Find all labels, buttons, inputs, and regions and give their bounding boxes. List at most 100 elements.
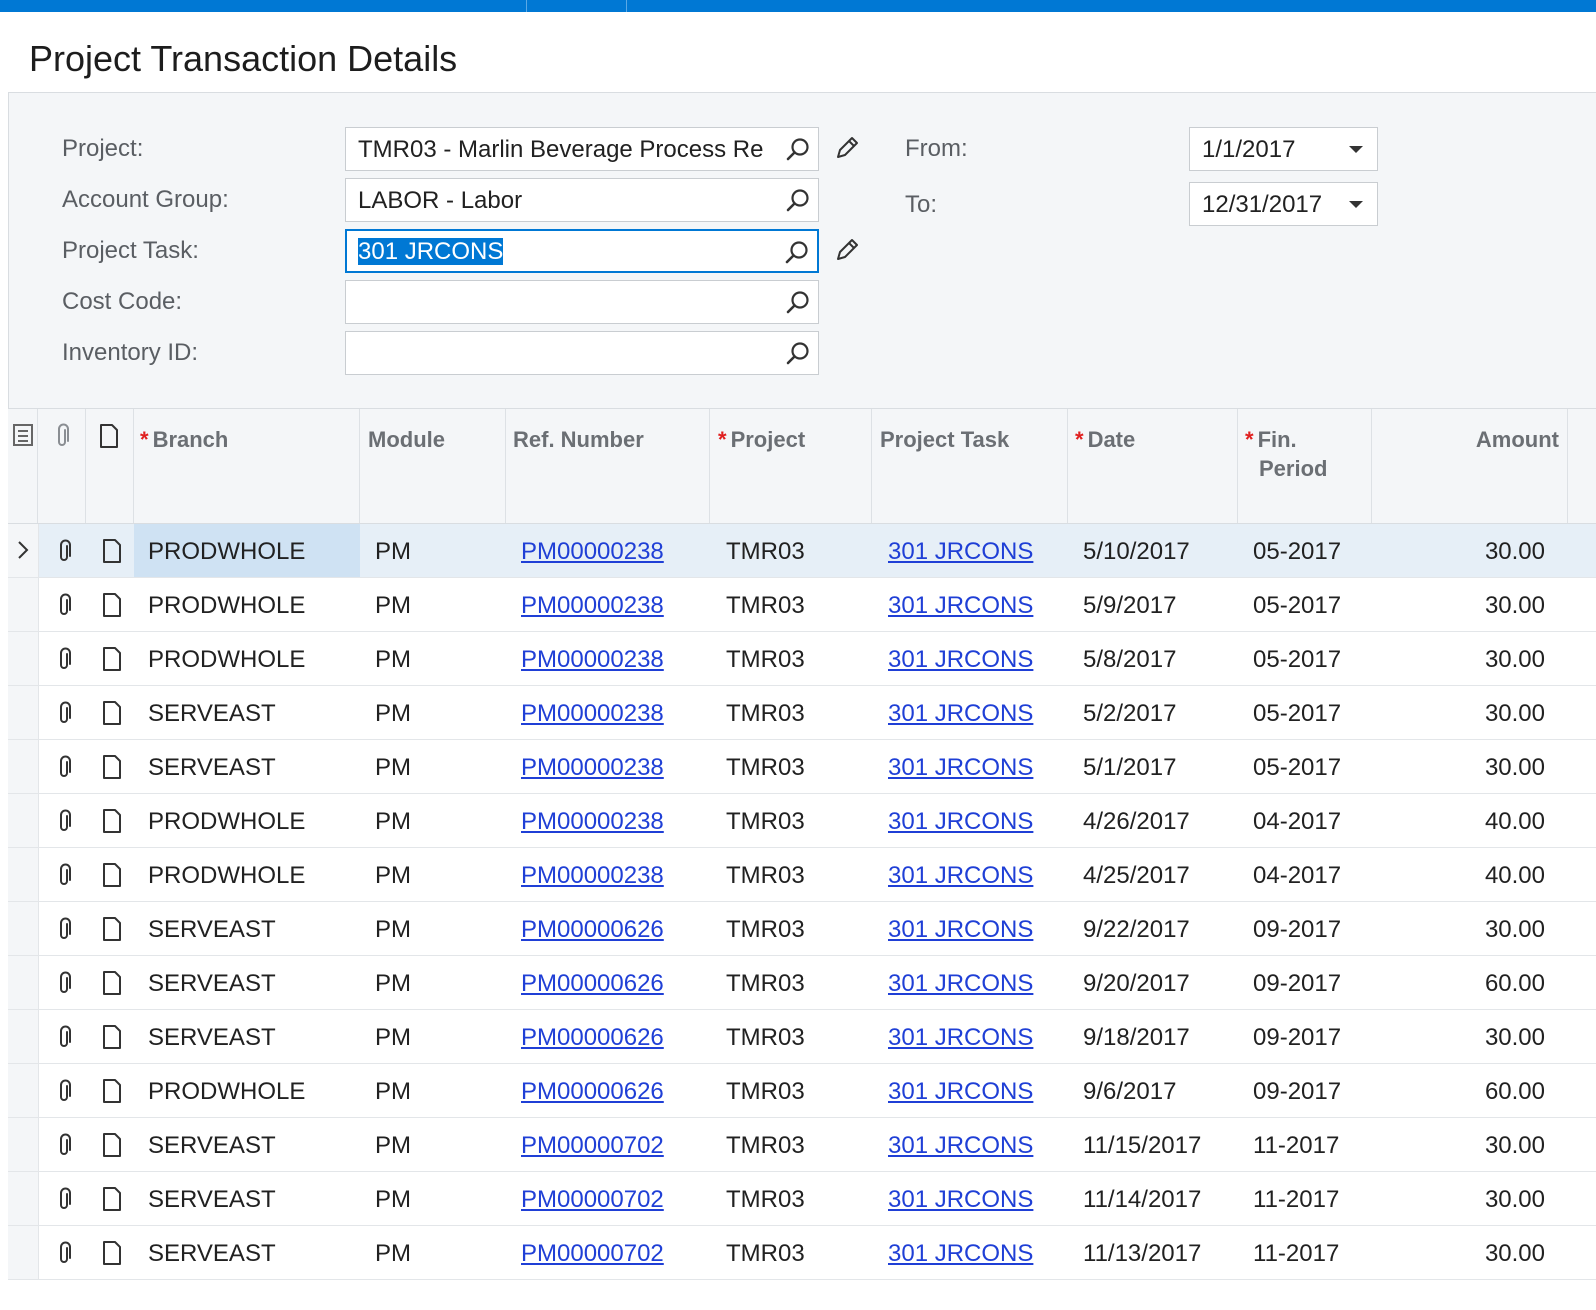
cell-project-task-link[interactable]: 301 JRCONS [888, 916, 1033, 944]
cell-project-task-link[interactable]: 301 JRCONS [888, 1078, 1033, 1106]
note-icon[interactable] [100, 1186, 126, 1212]
cell-branch[interactable]: SERVEAST [148, 970, 276, 998]
paperclip-icon[interactable] [52, 970, 78, 996]
cell-fin-period[interactable]: 05-2017 [1253, 646, 1341, 674]
col-header-selector[interactable] [8, 409, 38, 523]
cell-fin-period[interactable]: 11-2017 [1253, 1240, 1339, 1268]
cell-module[interactable]: PM [375, 1078, 411, 1106]
row-gutter[interactable] [8, 524, 39, 577]
col-header-project[interactable]: * Project [710, 409, 872, 523]
cell-date[interactable]: 5/1/2017 [1083, 754, 1176, 782]
cell-project[interactable]: TMR03 [726, 1132, 805, 1160]
cell-amount[interactable]: 40.00 [1485, 808, 1545, 836]
paperclip-icon[interactable] [52, 700, 78, 726]
col-header-branch[interactable]: * Branch [134, 409, 360, 523]
col-header-notes[interactable] [86, 409, 134, 523]
col-header-ref-number[interactable]: Ref. Number [506, 409, 710, 523]
cell-branch[interactable]: PRODWHOLE [148, 592, 305, 620]
row-gutter[interactable] [8, 956, 39, 1009]
row-gutter[interactable] [8, 1118, 39, 1171]
cell-branch[interactable]: SERVEAST [148, 1240, 276, 1268]
cell-branch[interactable]: PRODWHOLE [148, 538, 305, 566]
cell-fin-period[interactable]: 11-2017 [1253, 1186, 1339, 1214]
project-field[interactable]: TMR03 - Marlin Beverage Process Re [345, 127, 819, 171]
cell-module[interactable]: PM [375, 1024, 411, 1052]
cell-project-task-link[interactable]: 301 JRCONS [888, 970, 1033, 998]
cell-ref-number-link[interactable]: PM00000702 [521, 1186, 664, 1214]
cell-amount[interactable]: 30.00 [1485, 1240, 1545, 1268]
cell-ref-number-link[interactable]: PM00000626 [521, 1078, 664, 1106]
row-gutter[interactable] [8, 848, 39, 901]
cell-amount[interactable]: 30.00 [1485, 592, 1545, 620]
cell-module[interactable]: PM [375, 808, 411, 836]
paperclip-icon[interactable] [52, 1024, 78, 1050]
cell-fin-period[interactable]: 05-2017 [1253, 538, 1341, 566]
cell-project-task-link[interactable]: 301 JRCONS [888, 646, 1033, 674]
search-icon[interactable] [784, 340, 812, 368]
cell-project-task-link[interactable]: 301 JRCONS [888, 808, 1033, 836]
note-icon[interactable] [100, 592, 126, 618]
note-icon[interactable] [100, 646, 126, 672]
table-row[interactable]: SERVEAST PM PM00000702 TMR03 301 JRCONS 11/13… [8, 1226, 1596, 1280]
table-row[interactable]: SERVEAST PM PM00000238 TMR03 301 JRCONS 5/2/2… [8, 686, 1596, 740]
cell-branch[interactable]: SERVEAST [148, 754, 276, 782]
cell-date[interactable]: 5/8/2017 [1083, 646, 1176, 674]
cell-amount[interactable]: 30.00 [1485, 916, 1545, 944]
cell-branch[interactable]: PRODWHOLE [148, 808, 305, 836]
paperclip-icon[interactable] [52, 808, 78, 834]
cell-project[interactable]: TMR03 [726, 592, 805, 620]
note-icon[interactable] [100, 808, 126, 834]
col-header-amount[interactable]: Amount [1372, 409, 1568, 523]
cell-module[interactable]: PM [375, 700, 411, 728]
table-row[interactable]: PRODWHOLE PM PM00000238 TMR03 301 JRCONS 4/26… [8, 794, 1596, 848]
edit-pencil-icon[interactable] [832, 235, 862, 265]
paperclip-icon[interactable] [52, 862, 78, 888]
cell-date[interactable]: 11/14/2017 [1083, 1186, 1201, 1214]
cell-amount[interactable]: 30.00 [1485, 1132, 1545, 1160]
cell-project-task-link[interactable]: 301 JRCONS [888, 700, 1033, 728]
search-icon[interactable] [784, 289, 812, 317]
paperclip-icon[interactable] [52, 646, 78, 672]
note-icon[interactable] [100, 538, 126, 564]
cell-branch[interactable]: SERVEAST [148, 700, 276, 728]
paperclip-icon[interactable] [52, 1078, 78, 1104]
cell-module[interactable]: PM [375, 862, 411, 890]
cell-ref-number-link[interactable]: PM00000238 [521, 862, 664, 890]
cell-date[interactable]: 11/13/2017 [1083, 1240, 1201, 1268]
to-date-field[interactable]: 12/31/2017 [1189, 182, 1378, 226]
cell-amount[interactable]: 30.00 [1485, 538, 1545, 566]
cell-fin-period[interactable]: 05-2017 [1253, 754, 1341, 782]
table-row[interactable]: SERVEAST PM PM00000238 TMR03 301 JRCONS 5/1/2… [8, 740, 1596, 794]
cell-project[interactable]: TMR03 [726, 1024, 805, 1052]
cell-fin-period[interactable]: 09-2017 [1253, 1024, 1341, 1052]
cell-module[interactable]: PM [375, 1186, 411, 1214]
cell-branch[interactable]: PRODWHOLE [148, 646, 305, 674]
cell-project-task-link[interactable]: 301 JRCONS [888, 538, 1033, 566]
note-icon[interactable] [100, 916, 126, 942]
cell-project-task-link[interactable]: 301 JRCONS [888, 862, 1033, 890]
row-gutter[interactable] [8, 902, 39, 955]
row-gutter[interactable] [8, 1172, 39, 1225]
cell-module[interactable]: PM [375, 916, 411, 944]
cell-ref-number-link[interactable]: PM00000238 [521, 754, 664, 782]
cell-module[interactable]: PM [375, 1240, 411, 1268]
cell-module[interactable]: PM [375, 646, 411, 674]
cell-ref-number-link[interactable]: PM00000238 [521, 808, 664, 836]
cell-date[interactable]: 4/25/2017 [1083, 862, 1190, 890]
cell-project[interactable]: TMR03 [726, 754, 805, 782]
cell-fin-period[interactable]: 05-2017 [1253, 700, 1341, 728]
cell-project[interactable]: TMR03 [726, 646, 805, 674]
paperclip-icon[interactable] [52, 592, 78, 618]
col-header-module[interactable]: Module [360, 409, 506, 523]
cell-project[interactable]: TMR03 [726, 970, 805, 998]
cell-ref-number-link[interactable]: PM00000702 [521, 1132, 664, 1160]
search-icon[interactable] [783, 239, 811, 267]
cell-ref-number-link[interactable]: PM00000626 [521, 970, 664, 998]
row-gutter[interactable] [8, 1064, 39, 1117]
cell-ref-number-link[interactable]: PM00000238 [521, 592, 664, 620]
row-gutter[interactable] [8, 578, 39, 631]
cell-project[interactable]: TMR03 [726, 808, 805, 836]
table-row[interactable]: SERVEAST PM PM00000626 TMR03 301 JRCONS 9/22/… [8, 902, 1596, 956]
cell-project-task-link[interactable]: 301 JRCONS [888, 592, 1033, 620]
cell-date[interactable]: 9/6/2017 [1083, 1078, 1176, 1106]
